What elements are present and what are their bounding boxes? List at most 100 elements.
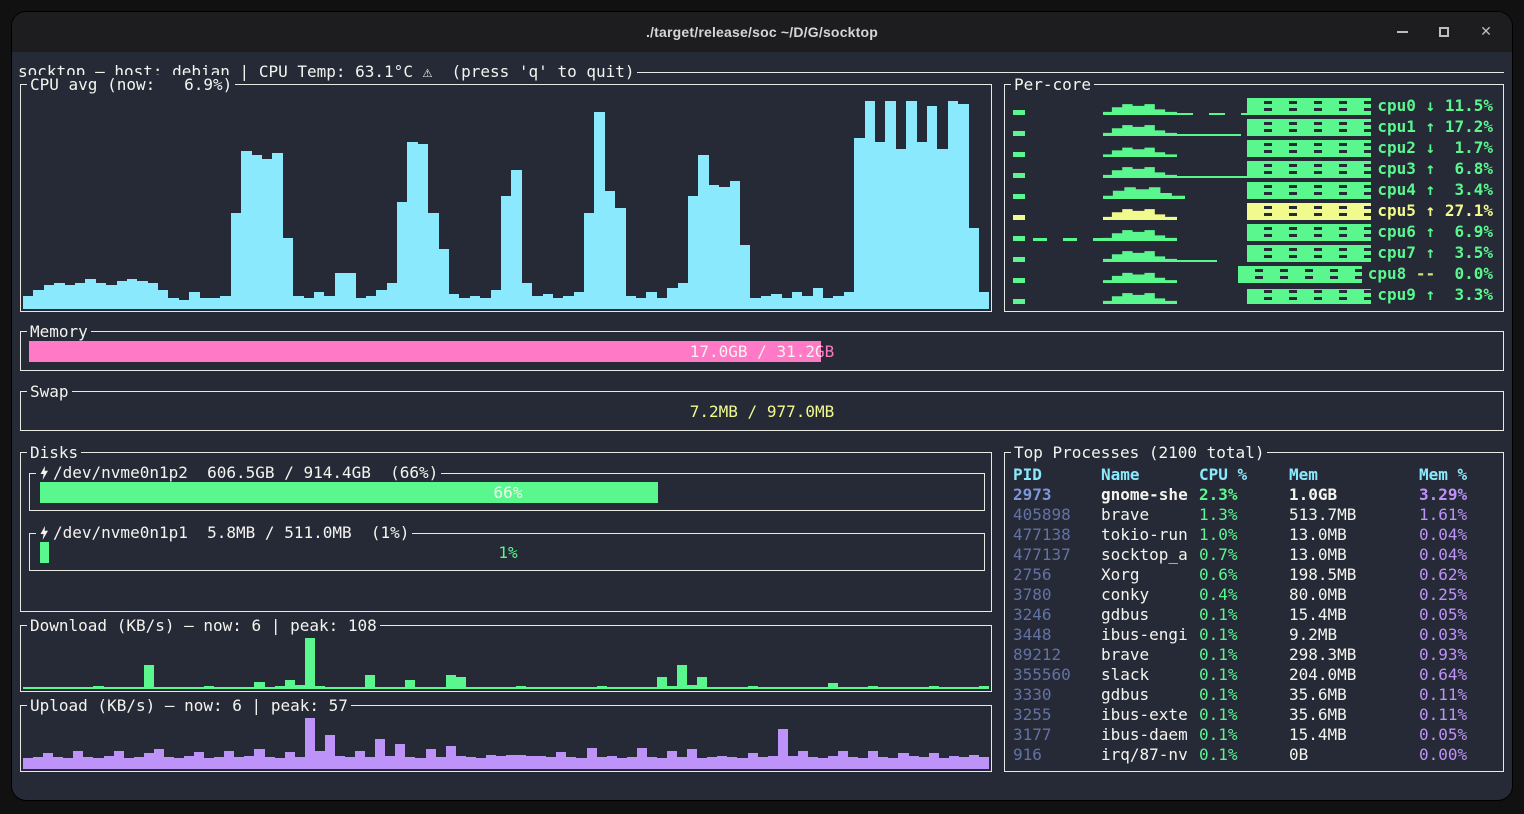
chart-bar [833, 296, 843, 309]
chart-bar [104, 756, 114, 769]
app-header: socktop — host: debian | CPU Temp: 63.1°… [18, 62, 1504, 82]
chart-bar [909, 687, 919, 689]
chart-bar [325, 735, 335, 769]
chart-bar [154, 749, 164, 769]
close-icon: ✕ [1480, 25, 1492, 39]
process-row: 916 irq/87-nv 0.1% 0B 0.00% [1013, 745, 1499, 765]
sparkline-blip [1013, 236, 1025, 241]
swap-title: Swap [27, 382, 72, 402]
upload-title: Upload (KB/s) — now: 6 | peak: 57 [27, 696, 351, 716]
chart-bar [678, 283, 688, 309]
chart-bar [491, 290, 501, 309]
chart-bar [480, 298, 490, 309]
chart-bar [597, 686, 607, 689]
chart-bar [949, 687, 959, 689]
core-sparkline [1011, 179, 1371, 200]
chart-bar [646, 292, 656, 309]
chart-bar [456, 756, 466, 769]
disk-icon [39, 466, 49, 480]
core-sparkline [1011, 137, 1371, 158]
chart-bar [385, 687, 395, 689]
chart-bar [748, 686, 758, 689]
core-label: cpu8 -- 0.0% [1368, 264, 1493, 284]
chart-bar [697, 677, 707, 689]
disk1-gauge: 66% 66% [40, 482, 976, 503]
terminal-content: socktop — host: debian | CPU Temp: 63.1°… [12, 52, 1512, 800]
chart-bar [566, 687, 576, 689]
chart-bar [466, 687, 476, 689]
sparkline-plateau [1247, 119, 1371, 136]
chart-bar [486, 687, 496, 689]
chart-bar [83, 757, 93, 769]
chart-bar [407, 142, 417, 309]
chart-bar [44, 285, 54, 309]
chart-bar [415, 687, 425, 689]
chart-bar [315, 686, 325, 689]
chart-bar [556, 687, 566, 689]
chart-bar [365, 675, 375, 689]
chart-bar [335, 273, 345, 309]
chart-bar [939, 687, 949, 689]
close-button[interactable]: ✕ [1478, 24, 1494, 40]
chart-bar [566, 757, 576, 769]
chart-bar [506, 687, 516, 689]
process-cpu: 0.6% [1199, 565, 1289, 585]
chart-bar [189, 292, 199, 309]
chart-bar [83, 687, 93, 689]
chart-bar [627, 687, 637, 689]
chart-bar [878, 757, 888, 769]
process-mem: 298.3MB [1289, 645, 1419, 665]
chart-bar [919, 757, 929, 769]
chart-bar [798, 751, 808, 769]
process-memp: 0.93% [1419, 645, 1499, 665]
chart-bar [106, 285, 116, 309]
chart-bar [127, 279, 137, 309]
disk-box-nvme0n1p1: /dev/nvme0n1p1 5.8MB / 511.0MB (1%) 1% 1… [29, 533, 985, 571]
chart-bar [124, 687, 134, 689]
chart-bar [194, 687, 204, 689]
chart-bar [868, 686, 878, 689]
chart-bar [906, 101, 916, 309]
process-cpu: 0.1% [1199, 605, 1289, 625]
chart-bar [838, 751, 848, 769]
process-memp: 0.04% [1419, 525, 1499, 545]
chart-bar [65, 285, 75, 309]
chart-bar [868, 751, 878, 769]
chart-bar [283, 238, 293, 309]
chart-bar [179, 300, 189, 309]
chart-bar [761, 296, 771, 309]
process-memp: 0.04% [1419, 545, 1499, 565]
chart-bar [324, 296, 334, 309]
chart-bar [224, 751, 234, 769]
process-mem: 204.0MB [1289, 665, 1419, 685]
process-memp: Mem % [1419, 465, 1499, 485]
chart-bar [356, 298, 366, 309]
process-name: gnome-she [1101, 485, 1199, 505]
chart-bar [647, 757, 657, 769]
chart-bar [295, 757, 305, 769]
chart-bar [750, 298, 760, 309]
maximize-button[interactable] [1436, 24, 1452, 40]
chart-bar [164, 757, 174, 769]
core-row: cpu6 ↑ 6.9% [1011, 221, 1493, 242]
sparkline-blip [1013, 110, 1025, 115]
sparkline-plateau [1247, 161, 1371, 178]
core-row: cpu1 ↑ 17.2% [1011, 116, 1493, 137]
chart-bar [254, 682, 264, 689]
process-pid: 2973 [1013, 485, 1101, 505]
minimize-button[interactable] [1394, 24, 1410, 40]
chart-bar [808, 757, 818, 769]
chart-bar [496, 687, 506, 689]
process-row: 2973 gnome-she 2.3% 1.0GB 3.29% [1013, 485, 1499, 505]
chart-bar [574, 292, 584, 309]
chart-bar [314, 292, 324, 309]
chart-bar [768, 687, 778, 689]
chart-bar [707, 757, 717, 769]
chart-bar [470, 296, 480, 309]
chart-bar [63, 687, 73, 689]
chart-bar [134, 757, 144, 769]
core-row: cpu9 ↑ 3.3% [1011, 284, 1493, 305]
chart-bar [158, 290, 168, 309]
chart-bar [516, 755, 526, 769]
process-mem: 35.6MB [1289, 685, 1419, 705]
